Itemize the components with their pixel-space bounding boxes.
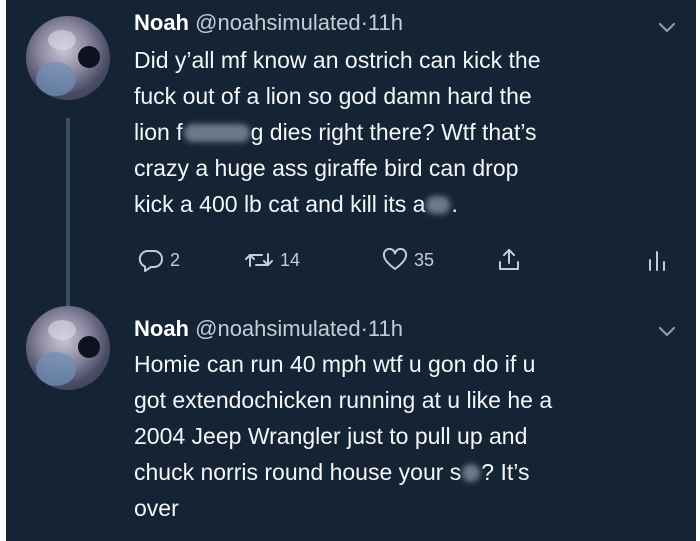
like-count: 35 [414,249,435,270]
timestamp[interactable]: 11h [368,10,403,35]
censored-text [426,196,451,214]
tweet[interactable]: Noah @noahsimulated·11h Homie can run 40… [6,300,696,541]
analytics-icon [649,251,665,271]
tweet-header: Noah @noahsimulated·11h [134,8,403,38]
tweet-text-line: Homie can run 40 mph wtf u gon do if u [134,351,536,377]
action-bar: 2 14 35 [134,244,682,276]
display-name[interactable]: Noah [134,316,189,341]
user-handle[interactable]: @noahsimulated [195,10,360,35]
tweet-header: Noah @noahsimulated·11h [134,314,403,344]
tweet[interactable]: Noah @noahsimulated·11h Did y’all mf kno… [6,0,696,308]
separator-dot: · [360,10,368,35]
avatar[interactable] [26,306,110,390]
display-name[interactable]: Noah [134,10,189,35]
retweet-count: 14 [280,249,301,270]
tweet-text-line: over [134,495,179,521]
separator-dot: · [360,316,368,341]
tweet-text-line: lion fg dies right there? Wtf that’s [134,119,537,145]
heart-icon [382,248,408,270]
share-button[interactable] [496,244,522,276]
reply-count: 2 [170,249,181,270]
tweet-text-line: crazy a huge ass giraffe bird can drop [134,155,519,181]
chevron-down-icon[interactable] [658,322,676,340]
censored-text [462,464,481,482]
tweet-text-line: fuck out of a lion so god damn hard the [134,83,532,109]
tweet-text: Did y’all mf know an ostrich can kick th… [134,42,682,222]
share-icon [499,249,519,270]
like-button[interactable]: 35 [382,244,434,276]
reply-icon [138,249,163,272]
censored-text [183,124,250,142]
retweet-button[interactable]: 14 [244,244,300,276]
tweet-text-line: got extendochicken running at u like he … [134,387,553,413]
tweet-thread: Noah @noahsimulated·11h Did y’all mf kno… [6,0,696,541]
avatar[interactable] [26,16,110,100]
tweet-text: Homie can run 40 mph wtf u gon do if u g… [134,346,682,526]
tweet-text-line: kick a 400 lb cat and kill its a. [134,191,458,217]
retweet-icon [245,253,273,267]
tweet-text-line: chuck norris round house your s? It’s [134,459,530,485]
analytics-button[interactable] [646,244,668,276]
chevron-down-icon[interactable] [658,18,676,36]
tweet-text-line: 2004 Jeep Wrangler just to pull up and [134,423,528,449]
thread-connector-line [66,118,70,308]
user-handle[interactable]: @noahsimulated [195,316,360,341]
reply-button[interactable]: 2 [138,244,180,276]
timestamp[interactable]: 11h [368,316,403,341]
tweet-text-line: Did y’all mf know an ostrich can kick th… [134,47,541,73]
